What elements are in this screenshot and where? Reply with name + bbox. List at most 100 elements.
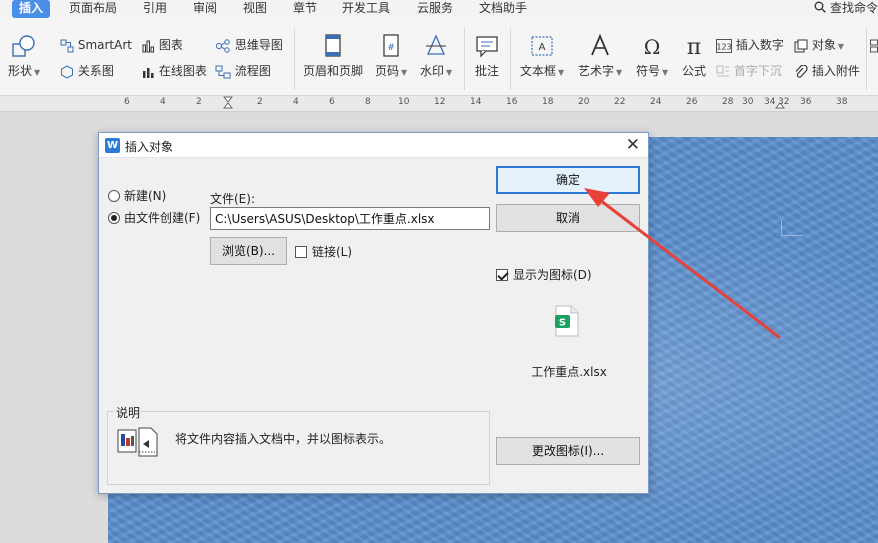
online-chart-button[interactable]: 在线图表	[141, 64, 207, 79]
ruler-number: 4	[293, 97, 299, 107]
smartart-icon	[60, 39, 74, 52]
tab-insert[interactable]: 插入	[12, 0, 51, 18]
tab-review[interactable]: 审阅	[193, 0, 217, 18]
horizontal-ruler[interactable]: 6 4 2 2 4 6 8 10 12 14 16 18 20 22 24 26…	[0, 96, 878, 112]
ruler-number: 26	[686, 97, 698, 107]
right-indent-marker-icon[interactable]	[775, 96, 785, 112]
dialog-titlebar[interactable]: W 插入对象 ✕	[99, 133, 648, 158]
textbox-button[interactable]: A 文本框 ▼	[520, 34, 564, 79]
ruler-number: 34	[764, 97, 776, 107]
page-number-label: 页码	[375, 64, 400, 78]
ribbon-separator	[510, 28, 511, 90]
ruler-number: 24	[650, 97, 662, 107]
comment-label: 批注	[474, 64, 499, 78]
link-checkbox[interactable]: 链接(L)	[295, 244, 352, 260]
cancel-button[interactable]: 取消	[496, 204, 640, 232]
object-button[interactable]: 对象 ▼	[794, 38, 844, 54]
tab-references[interactable]: 引用	[143, 0, 167, 18]
shape-label: 形状	[8, 64, 33, 78]
insert-number-button[interactable]: 123 插入数字	[716, 38, 784, 53]
ruler-number: 38	[836, 97, 848, 107]
file-path-input[interactable]	[210, 207, 490, 230]
insert-attachment-button[interactable]: 插入附件	[794, 64, 860, 79]
ok-button[interactable]: 确定	[496, 166, 640, 194]
smartart-button[interactable]: SmartArt	[60, 38, 132, 53]
formula-label: 公式	[681, 64, 706, 78]
wordart-label: 艺术字	[578, 64, 615, 78]
ruler-number: 6	[124, 97, 130, 107]
comment-button[interactable]: 批注	[474, 34, 500, 79]
display-as-icon-checkbox[interactable]: 显示为图标(D)	[496, 267, 592, 283]
watermark-label: 水印	[420, 64, 445, 78]
more-icon[interactable]	[870, 38, 878, 53]
radio-create-from-file-label: 由文件创建(F)	[124, 211, 201, 225]
tab-page-layout[interactable]: 页面布局	[69, 0, 117, 18]
ruler-number: 10	[398, 97, 410, 107]
paperclip-icon	[795, 64, 808, 78]
svg-text:#: #	[387, 43, 395, 53]
ribbon-insert: 形状 ▼ SmartArt 图表 思维导图 关系图 在线图表 流程图 页眉和页脚 …	[0, 18, 878, 96]
display-as-icon-label: 显示为图标(D)	[513, 268, 592, 282]
indent-marker-icon[interactable]	[223, 96, 233, 112]
object-label: 对象	[811, 38, 836, 52]
insert-number-label: 插入数字	[735, 38, 784, 52]
header-footer-icon	[325, 34, 341, 57]
comment-icon	[476, 36, 498, 58]
wordart-icon	[591, 34, 609, 56]
link-checkbox-label: 链接(L)	[312, 245, 353, 259]
chart-label: 图表	[158, 38, 183, 52]
watermark-icon	[426, 34, 447, 55]
relation-icon	[61, 64, 73, 79]
radio-create-new[interactable]: 新建(N)	[108, 188, 166, 204]
bar-chart-icon	[142, 40, 154, 52]
dropcap-icon	[716, 65, 729, 76]
spreadsheet-file-icon: S	[555, 305, 579, 337]
tab-doc-assistant[interactable]: 文档助手	[479, 0, 527, 18]
tab-section[interactable]: 章节	[293, 0, 317, 18]
shape-button[interactable]: 形状 ▼	[8, 34, 40, 79]
close-icon[interactable]: ✕	[626, 135, 640, 155]
insert-object-dialog: W 插入对象 ✕ 新建(N) 由文件创建(F) 文件(E): 浏览(B)... …	[98, 132, 649, 494]
dialog-title: 插入对象	[125, 140, 174, 154]
ruler-number: 8	[365, 97, 371, 107]
mindmap-button[interactable]: 思维导图	[215, 38, 283, 53]
wps-logo-icon: W	[105, 138, 120, 153]
watermark-button[interactable]: 水印 ▼	[420, 34, 452, 79]
change-icon-button[interactable]: 更改图标(I)...	[496, 437, 640, 465]
smartart-label: SmartArt	[77, 38, 132, 52]
header-footer-label: 页眉和页脚	[303, 64, 364, 78]
pi-formula-icon: π	[687, 35, 701, 58]
page-number-button[interactable]: # 页码 ▼	[375, 34, 407, 79]
omega-symbol-icon: Ω	[644, 35, 661, 58]
wordart-button[interactable]: 艺术字 ▼	[578, 34, 622, 79]
chart-button[interactable]: 图表	[141, 38, 183, 53]
relation-chart-button[interactable]: 关系图	[60, 64, 114, 79]
ruler-number: 4	[160, 97, 166, 107]
formula-button[interactable]: π 公式	[681, 34, 707, 79]
radio-circle	[108, 190, 120, 202]
browse-button[interactable]: 浏览(B)...	[210, 237, 287, 265]
object-icon	[794, 39, 808, 52]
tab-cloud[interactable]: 云服务	[417, 0, 453, 18]
symbol-label: 符号	[636, 64, 661, 78]
find-command[interactable]: 查找命令	[814, 0, 878, 16]
tab-view[interactable]: 视图	[243, 0, 267, 18]
search-icon	[814, 1, 826, 13]
ruler-number: 22	[614, 97, 626, 107]
insert-attachment-label: 插入附件	[811, 64, 860, 78]
flowchart-button[interactable]: 流程图	[215, 64, 271, 79]
description-text: 将文件内容插入文档中，并以图标表示。	[175, 432, 392, 446]
radio-create-from-file[interactable]: 由文件创建(F)	[108, 210, 200, 226]
online-chart-icon	[143, 67, 154, 78]
flowchart-icon	[215, 65, 231, 78]
dropcap-button[interactable]: 首字下沉	[716, 64, 782, 79]
mindmap-label: 思维导图	[234, 38, 283, 52]
header-footer-button[interactable]: 页眉和页脚	[303, 34, 363, 79]
ruler-number: 2	[257, 97, 263, 107]
tab-developer[interactable]: 开发工具	[342, 0, 390, 18]
symbol-button[interactable]: Ω 符号 ▼	[636, 34, 668, 79]
find-command-label: 查找命令	[829, 1, 878, 15]
svg-text:123: 123	[716, 42, 731, 51]
ruler-number: 14	[470, 97, 482, 107]
icon-filename: 工作重点.xlsx	[531, 365, 607, 379]
